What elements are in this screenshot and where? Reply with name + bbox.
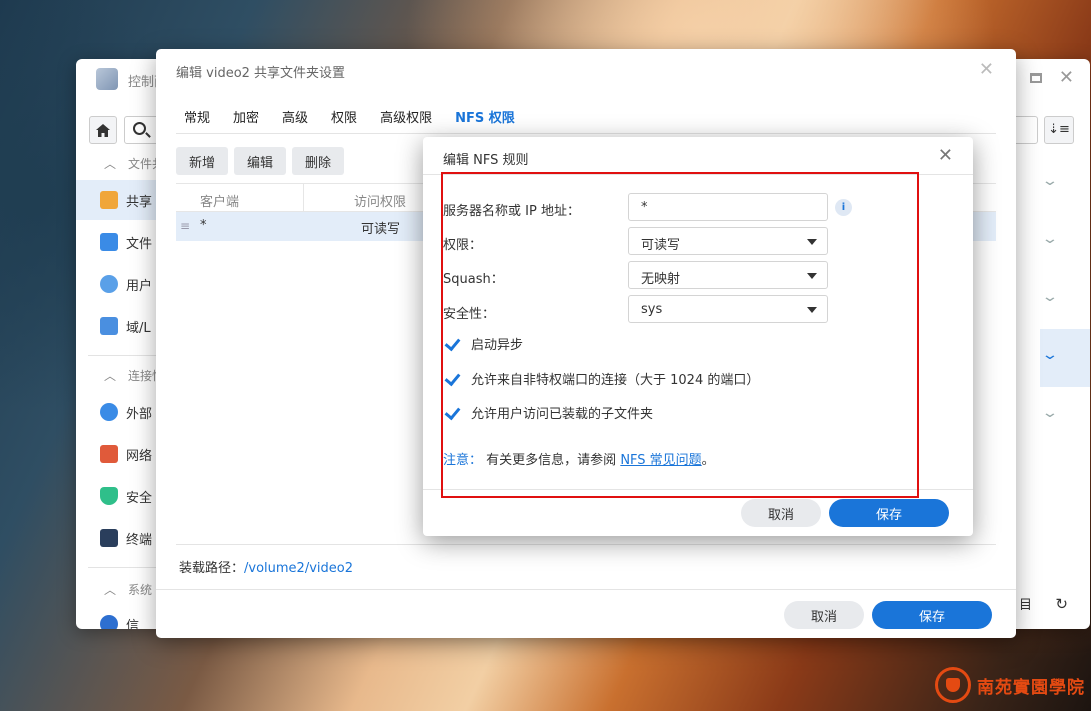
close-icon[interactable]: ✕ [979, 59, 994, 80]
file-services-icon [100, 233, 118, 251]
sort-button[interactable]: ⇣≡ [1044, 116, 1074, 144]
divider [176, 544, 996, 545]
folder-icon [100, 191, 118, 209]
column-separator [303, 184, 304, 212]
refresh-icon[interactable]: ↻ [1055, 595, 1068, 613]
cancel-button[interactable]: 取消 [741, 499, 821, 527]
sidebar-item-users[interactable]: 用户 [76, 264, 166, 304]
sidebar-item-external-access[interactable]: 外部 [76, 392, 166, 432]
sidebar-section-connectivity[interactable]: ︿ 连接性 [76, 361, 166, 389]
close-icon[interactable]: ✕ [938, 145, 953, 166]
sidebar-item-shared-folder[interactable]: 共享 [76, 180, 166, 220]
footer-divider [156, 589, 1016, 590]
tab-general[interactable]: 常规 [184, 107, 210, 126]
tab-advanced-permissions[interactable]: 高级权限 [380, 107, 432, 126]
chevron-up-icon: ︿ [104, 368, 117, 383]
tab-advanced[interactable]: 高级 [282, 107, 308, 126]
tab-permissions[interactable]: 权限 [331, 107, 357, 126]
maximize-icon[interactable] [1030, 73, 1042, 83]
sidebar-item-domain-ldap[interactable]: 域/L [76, 306, 166, 346]
delete-button[interactable]: 删除 [292, 147, 345, 175]
home-icon [96, 123, 110, 137]
mount-path-value: /volume2/video2 [244, 561, 353, 576]
domain-icon [100, 317, 118, 335]
sidebar-item-security[interactable]: 安全 [76, 476, 166, 516]
chevron-down-icon[interactable]: ⌄ [1041, 173, 1059, 189]
action-toolbar: 新增 编辑 删除 [176, 147, 345, 175]
drag-handle-icon[interactable]: ≡ [180, 219, 190, 233]
tab-encryption[interactable]: 加密 [233, 107, 259, 126]
chevron-up-icon: ︿ [104, 156, 117, 171]
cancel-button[interactable]: 取消 [784, 601, 864, 629]
column-header-client[interactable]: 客户端 [200, 191, 239, 210]
chevron-down-icon[interactable]: ⌄ [1041, 289, 1059, 305]
column-header-access[interactable]: 访问权限 [354, 191, 406, 210]
users-icon [100, 275, 118, 293]
seal-icon [935, 667, 971, 703]
watermark-logo: 南苑實園學院 [935, 665, 1085, 705]
dialog-title: 编辑 NFS 规则 [443, 153, 529, 168]
terminal-icon [100, 529, 118, 547]
item-count-text: 目 [1018, 598, 1032, 613]
tab-divider [176, 133, 996, 134]
sidebar-item-network[interactable]: 网络 [76, 434, 166, 474]
sidebar-section-system[interactable]: ︿ 系统 [76, 575, 166, 603]
external-access-icon [100, 403, 118, 421]
add-button[interactable]: 新增 [176, 147, 229, 175]
close-icon[interactable]: ✕ [1059, 67, 1074, 88]
control-panel-app-icon [96, 68, 118, 90]
network-icon [100, 445, 118, 463]
chevron-up-icon: ︿ [104, 582, 117, 597]
mount-path: 装载路径：/volume2/video2 [179, 557, 353, 576]
tab-nfs-permissions[interactable]: NFS 权限 [455, 107, 515, 126]
row-access: 可读写 [361, 222, 401, 237]
dialog-title: 编辑 video2 共享文件夹设置 [176, 66, 346, 81]
home-button[interactable] [89, 116, 117, 144]
sidebar-item-file-services[interactable]: 文件 [76, 222, 166, 262]
tab-bar: 常规 加密 高级 权限 高级权限 NFS 权限 [184, 107, 515, 126]
save-button[interactable]: 保存 [829, 499, 949, 527]
watermark-text: 南苑實園學院 [977, 677, 1085, 698]
sidebar-item-terminal[interactable]: 终端 [76, 518, 166, 558]
mount-path-label: 装载路径： [179, 561, 245, 576]
info-center-icon [100, 615, 118, 629]
sidebar-item-info-center[interactable]: 信 [76, 604, 166, 629]
save-button[interactable]: 保存 [872, 601, 992, 629]
chevron-down-icon[interactable]: ⌄ [1041, 347, 1059, 363]
highlight-annotation-box [441, 172, 919, 498]
chevron-down-icon[interactable]: ⌄ [1041, 231, 1059, 247]
edit-button[interactable]: 编辑 [234, 147, 287, 175]
shield-icon [100, 487, 118, 505]
chevron-down-icon[interactable]: ⌄ [1041, 405, 1059, 421]
sidebar-section-file-sharing[interactable]: ︿ 文件共 [76, 149, 166, 177]
search-icon [133, 122, 146, 135]
row-client: * [200, 218, 207, 233]
